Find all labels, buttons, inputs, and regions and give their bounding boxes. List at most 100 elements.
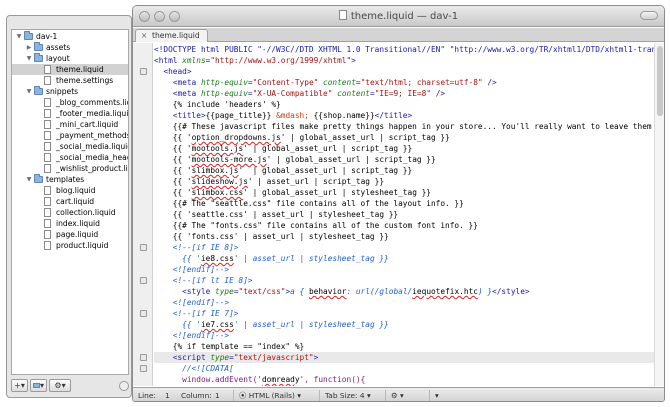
add-file-button[interactable]: +▾ (11, 379, 28, 392)
code-line[interactable]: <![endif]--> (154, 330, 656, 341)
disclosure-open-icon[interactable]: ▼ (25, 53, 33, 64)
tree-file[interactable]: cart.liquid (12, 196, 128, 207)
scrollbar-thumb[interactable] (657, 46, 663, 116)
toolbar-toggle-button[interactable] (640, 11, 658, 20)
tree-file[interactable]: _social_media_header.li (12, 152, 128, 163)
line-gutter[interactable] (133, 43, 153, 386)
code-line[interactable]: {{ 'slimbox.js' | global_asset_url | scr… (154, 165, 656, 176)
code-line[interactable]: <title>{{page_title}} &mdash; {{shop.nam… (154, 110, 656, 121)
tree-file[interactable]: theme.liquid (12, 64, 128, 75)
tree-file[interactable]: index.liquid (12, 218, 128, 229)
tree-file[interactable]: collection.liquid (12, 207, 128, 218)
fold-toggle-icon[interactable] (140, 310, 147, 317)
new-folder-button[interactable]: ▾ (30, 379, 47, 392)
code-line[interactable]: {{# The "fonts.css" file contains all of… (154, 220, 656, 231)
code-line[interactable]: <!--[if IE 7]> (154, 308, 656, 319)
code-line[interactable]: {{ 'mootools.js' | global_asset_url | sc… (154, 143, 656, 154)
tree-file[interactable]: _wishlist_product.liquid (12, 163, 128, 174)
fold-toggle-icon[interactable] (140, 277, 147, 284)
tree-folder[interactable]: ▼ templates (12, 174, 128, 185)
file-icon (44, 186, 51, 195)
code-line[interactable]: {{ 'ie8.css' | asset_url | stylesheet_ta… (154, 253, 656, 264)
tree-file[interactable]: theme.settings (12, 75, 128, 86)
code-line[interactable]: <meta http-equiv="Content-Type" content=… (154, 77, 656, 88)
tree-file[interactable]: page.liquid (12, 229, 128, 240)
disclosure-open-icon[interactable]: ▼ (25, 86, 33, 97)
code-line[interactable]: <![endif]--> (154, 264, 656, 275)
tree-file[interactable]: _mini_cart.liquid (12, 119, 128, 130)
code-line[interactable]: //<![CDATA[ (154, 363, 656, 374)
drawer-resize-icon[interactable] (119, 381, 129, 391)
tree-file[interactable]: product.liquid (12, 240, 128, 251)
tree-item-label: theme.liquid (56, 65, 104, 74)
action-menu-button[interactable]: ⚙▾ (49, 379, 71, 392)
folder-icon (34, 42, 43, 51)
fold-toggle-icon[interactable] (140, 244, 147, 251)
code-line[interactable]: <style type="text/css">a { behavior: url… (154, 286, 656, 297)
code-token: /> (431, 89, 446, 98)
code-line[interactable]: var slideshow = new viewer($('slideshow-… (154, 385, 656, 386)
code-line[interactable]: <meta http-equiv="X-UA-Compatible" conte… (154, 88, 656, 99)
tree-file[interactable]: _social_media.liquid (12, 141, 128, 152)
settings-menu[interactable]: ⚙ ▾ (385, 390, 404, 401)
code-line[interactable]: {{ 'fonts.css' | asset_url | stylesheet_… (154, 231, 656, 242)
code-token: ' | asset_url | stylesheet_tag }} (233, 320, 389, 329)
tree-file[interactable]: _blog_comments.liquid (12, 97, 128, 108)
disclosure-closed-icon[interactable]: ▶ (25, 42, 33, 53)
code-line[interactable]: {{ 'option_dropdowns.js' | global_asset_… (154, 132, 656, 143)
tree-item-label: layout (46, 54, 70, 63)
code-token: type (215, 287, 234, 296)
tree-item-label: _wishlist_product.liquid (56, 164, 128, 173)
code-token: ie8.css (200, 254, 234, 263)
file-icon (44, 65, 51, 74)
tab-close-icon[interactable]: × (141, 30, 147, 42)
file-icon (44, 131, 51, 140)
tree-file[interactable]: _footer_media.liquid (12, 108, 128, 119)
tree-folder[interactable]: ▶ assets (12, 42, 128, 53)
fold-toggle-icon[interactable] (140, 68, 147, 75)
code-line[interactable]: {{# The "seattle.css" file contains all … (154, 198, 656, 209)
code-line[interactable]: {{# These javascript files make pretty t… (154, 121, 656, 132)
title-bar: theme.liquid — dav-1 (133, 6, 664, 27)
code-token: </title> (374, 111, 413, 120)
code-line[interactable]: {{ 'mootools-more.js' | global_asset_url… (154, 154, 656, 165)
code-line[interactable]: {% include 'headers' %} (154, 99, 656, 110)
language-menu[interactable]: ⦿ HTML (Rails) ▾ (233, 390, 301, 401)
disclosure-open-icon[interactable]: ▼ (15, 31, 23, 42)
code-line[interactable]: <!--[if IE 8]> (154, 242, 656, 253)
tree-item-label: blog.liquid (56, 186, 96, 195)
code-token: iequotefix.htc (412, 287, 478, 296)
code-line[interactable]: <!--[if lt IE 8]> (154, 275, 656, 286)
symbol-menu[interactable]: ▾ (429, 390, 439, 401)
code-token: {{ 'seattle.css' | asset_url | styleshee… (154, 210, 399, 219)
code-line[interactable]: window.addEvent('domready', function(){ (154, 374, 656, 385)
code-line[interactable]: {{ 'seattle.css' | asset_url | styleshee… (154, 209, 656, 220)
tree-folder[interactable]: ▼ snippets (12, 86, 128, 97)
file-icon (44, 76, 51, 85)
code-token: ' | global_asset_url | script_tag }} (243, 144, 413, 153)
code-token: <!--[if IE 8]> (154, 243, 239, 252)
code-editor[interactable]: <!DOCTYPE html PUBLIC "-//W3C//DTD XHTML… (154, 43, 656, 386)
code-line[interactable]: <![endif]--> (154, 297, 656, 308)
code-token: /> (482, 78, 497, 87)
tree-file[interactable]: blog.liquid (12, 185, 128, 196)
code-line[interactable]: {{ 'ie7.css' | asset_url | stylesheet_ta… (154, 319, 656, 330)
tab-size-menu[interactable]: Tab Size: 4 ▾ (319, 390, 371, 401)
tree-item-label: collection.liquid (56, 208, 116, 217)
fold-toggle-icon[interactable] (140, 365, 147, 372)
code-line[interactable]: {% if template == "index" %} (154, 341, 656, 352)
code-line[interactable]: <head> (154, 66, 656, 77)
code-line[interactable]: <html xmlns="http://www.w3.org/1999/xhtm… (154, 55, 656, 66)
code-token: {{page_title}} (205, 111, 277, 120)
vertical-scrollbar[interactable] (654, 43, 664, 386)
tab-theme-liquid[interactable]: × theme.liquid (135, 29, 208, 42)
disclosure-open-icon[interactable]: ▼ (25, 174, 33, 185)
tree-folder[interactable]: ▼ layout (12, 53, 128, 64)
code-line[interactable]: <!DOCTYPE html PUBLIC "-//W3C//DTD XHTML… (154, 44, 656, 55)
fold-toggle-icon[interactable] (140, 354, 147, 361)
code-line[interactable]: <script type="text/javascript"> (154, 352, 656, 363)
tree-folder[interactable]: ▼ dav-1 (12, 31, 128, 42)
tree-file[interactable]: _payment_methods.liqu (12, 130, 128, 141)
code-line[interactable]: {{ 'slimbox.css' | global_asset_url | st… (154, 187, 656, 198)
code-line[interactable]: {{ 'slideshow.js' | asset_url | script_t… (154, 176, 656, 187)
